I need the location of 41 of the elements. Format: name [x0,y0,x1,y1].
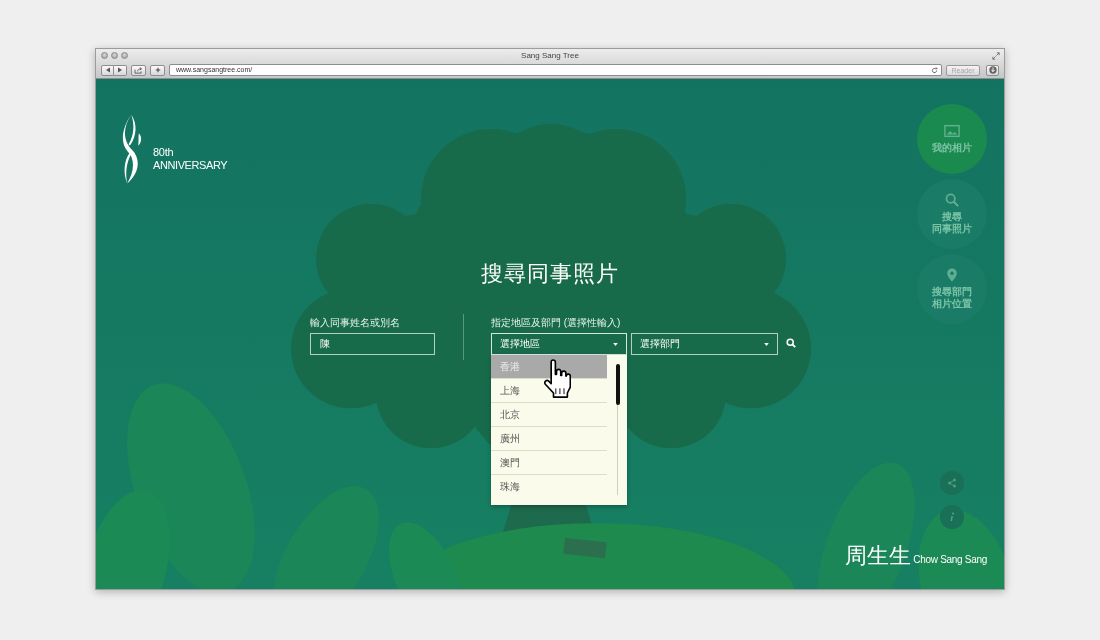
plus-icon [154,67,161,73]
search-title: 搜尋同事照片 [481,261,619,287]
dropdown-option[interactable]: 廣州 [491,427,607,451]
department-select[interactable]: 選擇部門 [631,333,778,355]
dropdown-option[interactable]: 珠海 [491,475,607,499]
hand-cursor-icon [543,359,571,399]
back-button[interactable] [101,64,114,76]
add-button[interactable] [150,64,165,76]
dropdown-option[interactable]: 北京 [491,403,607,427]
anniversary-text: ANNIVERSARY [153,159,228,172]
download-button[interactable] [986,64,999,76]
search-icon [944,193,960,207]
brand-name-chinese: 周生生 [845,544,912,568]
share-box-icon [134,66,143,74]
share-button[interactable] [131,64,146,76]
window-title: Sang Sang Tree [521,51,579,60]
share-icon [947,478,957,488]
search-icon [786,338,796,348]
forward-button[interactable] [114,64,127,76]
zoom-button[interactable] [121,52,128,59]
name-label: 輸入同事姓名或別名 [310,317,400,329]
download-icon [988,66,997,74]
picture-icon [944,124,960,138]
reload-icon[interactable] [931,66,938,74]
location-pin-icon [944,268,960,282]
scrollbar[interactable] [615,364,620,495]
wooden-sign [563,537,607,559]
name-input-field[interactable]: 陳 [310,333,435,355]
forward-icon [117,67,123,73]
caret-icon [613,342,618,346]
brand-name-english: Chow Sang Sang [913,554,987,566]
back-icon [104,67,111,73]
region-select[interactable]: 選擇地區 [491,333,627,355]
fullscreen-icon[interactable] [992,51,1000,60]
region-department-label: 指定地區及部門 (選擇性輸入) [491,317,621,329]
dropdown-option[interactable]: 澳門 [491,451,607,475]
anniversary-number: 80th [153,146,174,159]
search-button[interactable] [786,338,798,350]
close-button[interactable] [101,52,108,59]
caret-icon [764,342,769,346]
minimize-button[interactable] [111,52,118,59]
